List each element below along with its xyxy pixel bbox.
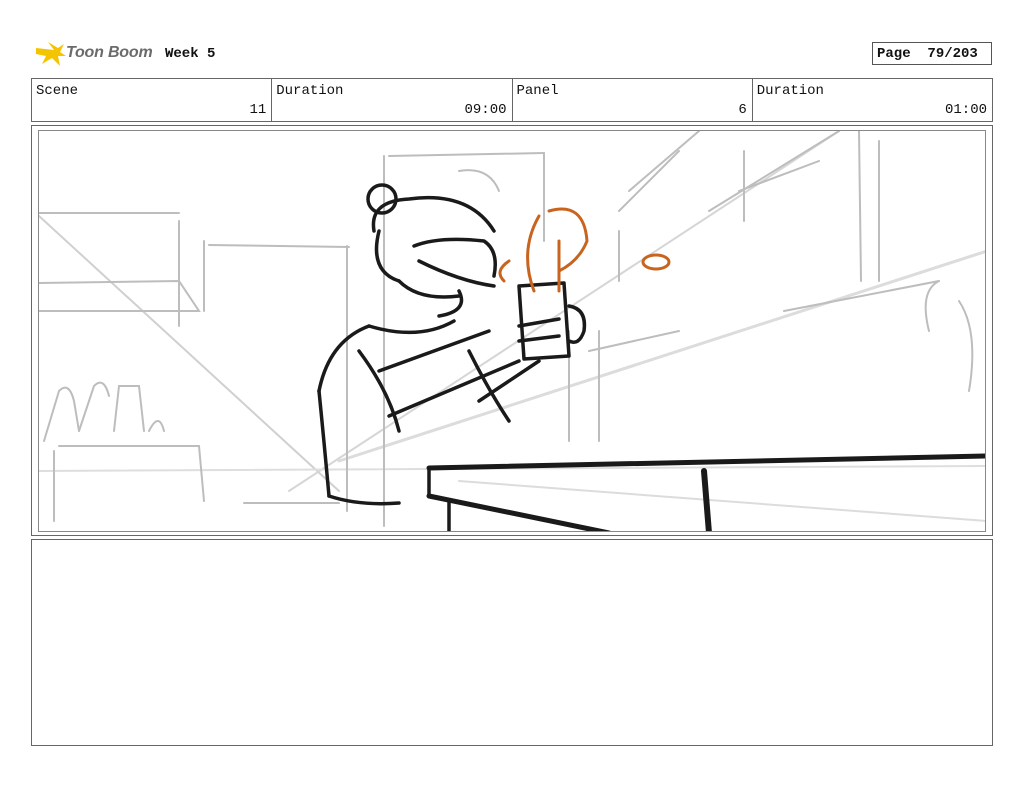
storyboard-sketch bbox=[39, 131, 985, 531]
logo-text: Toon Boom bbox=[66, 44, 153, 61]
page-indicator: Page 79/203 bbox=[872, 42, 992, 65]
scene-duration-cell: Duration 09:00 bbox=[272, 79, 513, 121]
project-title: Week 5 bbox=[165, 46, 216, 62]
panel-cell: Panel 6 bbox=[513, 79, 753, 121]
scene-duration-value: 09:00 bbox=[464, 102, 507, 118]
panel-duration-label: Duration bbox=[756, 83, 824, 99]
notes-area[interactable] bbox=[31, 539, 993, 746]
panel-value: 6 bbox=[738, 102, 747, 118]
scene-value: 11 bbox=[249, 102, 267, 118]
scene-cell: Scene 11 bbox=[32, 79, 273, 121]
page-value: 79/203 bbox=[927, 46, 978, 62]
panel-duration-cell: Duration 01:00 bbox=[753, 79, 992, 121]
page-label: Page bbox=[877, 46, 911, 62]
panel-drawing bbox=[38, 130, 986, 532]
panel-label: Panel bbox=[516, 83, 559, 99]
scene-duration-label: Duration bbox=[276, 83, 344, 99]
panel-duration-value: 01:00 bbox=[944, 102, 987, 118]
scene-label: Scene bbox=[36, 83, 79, 99]
star-icon bbox=[36, 42, 66, 66]
panel-info-row: Scene 11 Duration 09:00 Panel 6 Duration… bbox=[31, 78, 993, 122]
